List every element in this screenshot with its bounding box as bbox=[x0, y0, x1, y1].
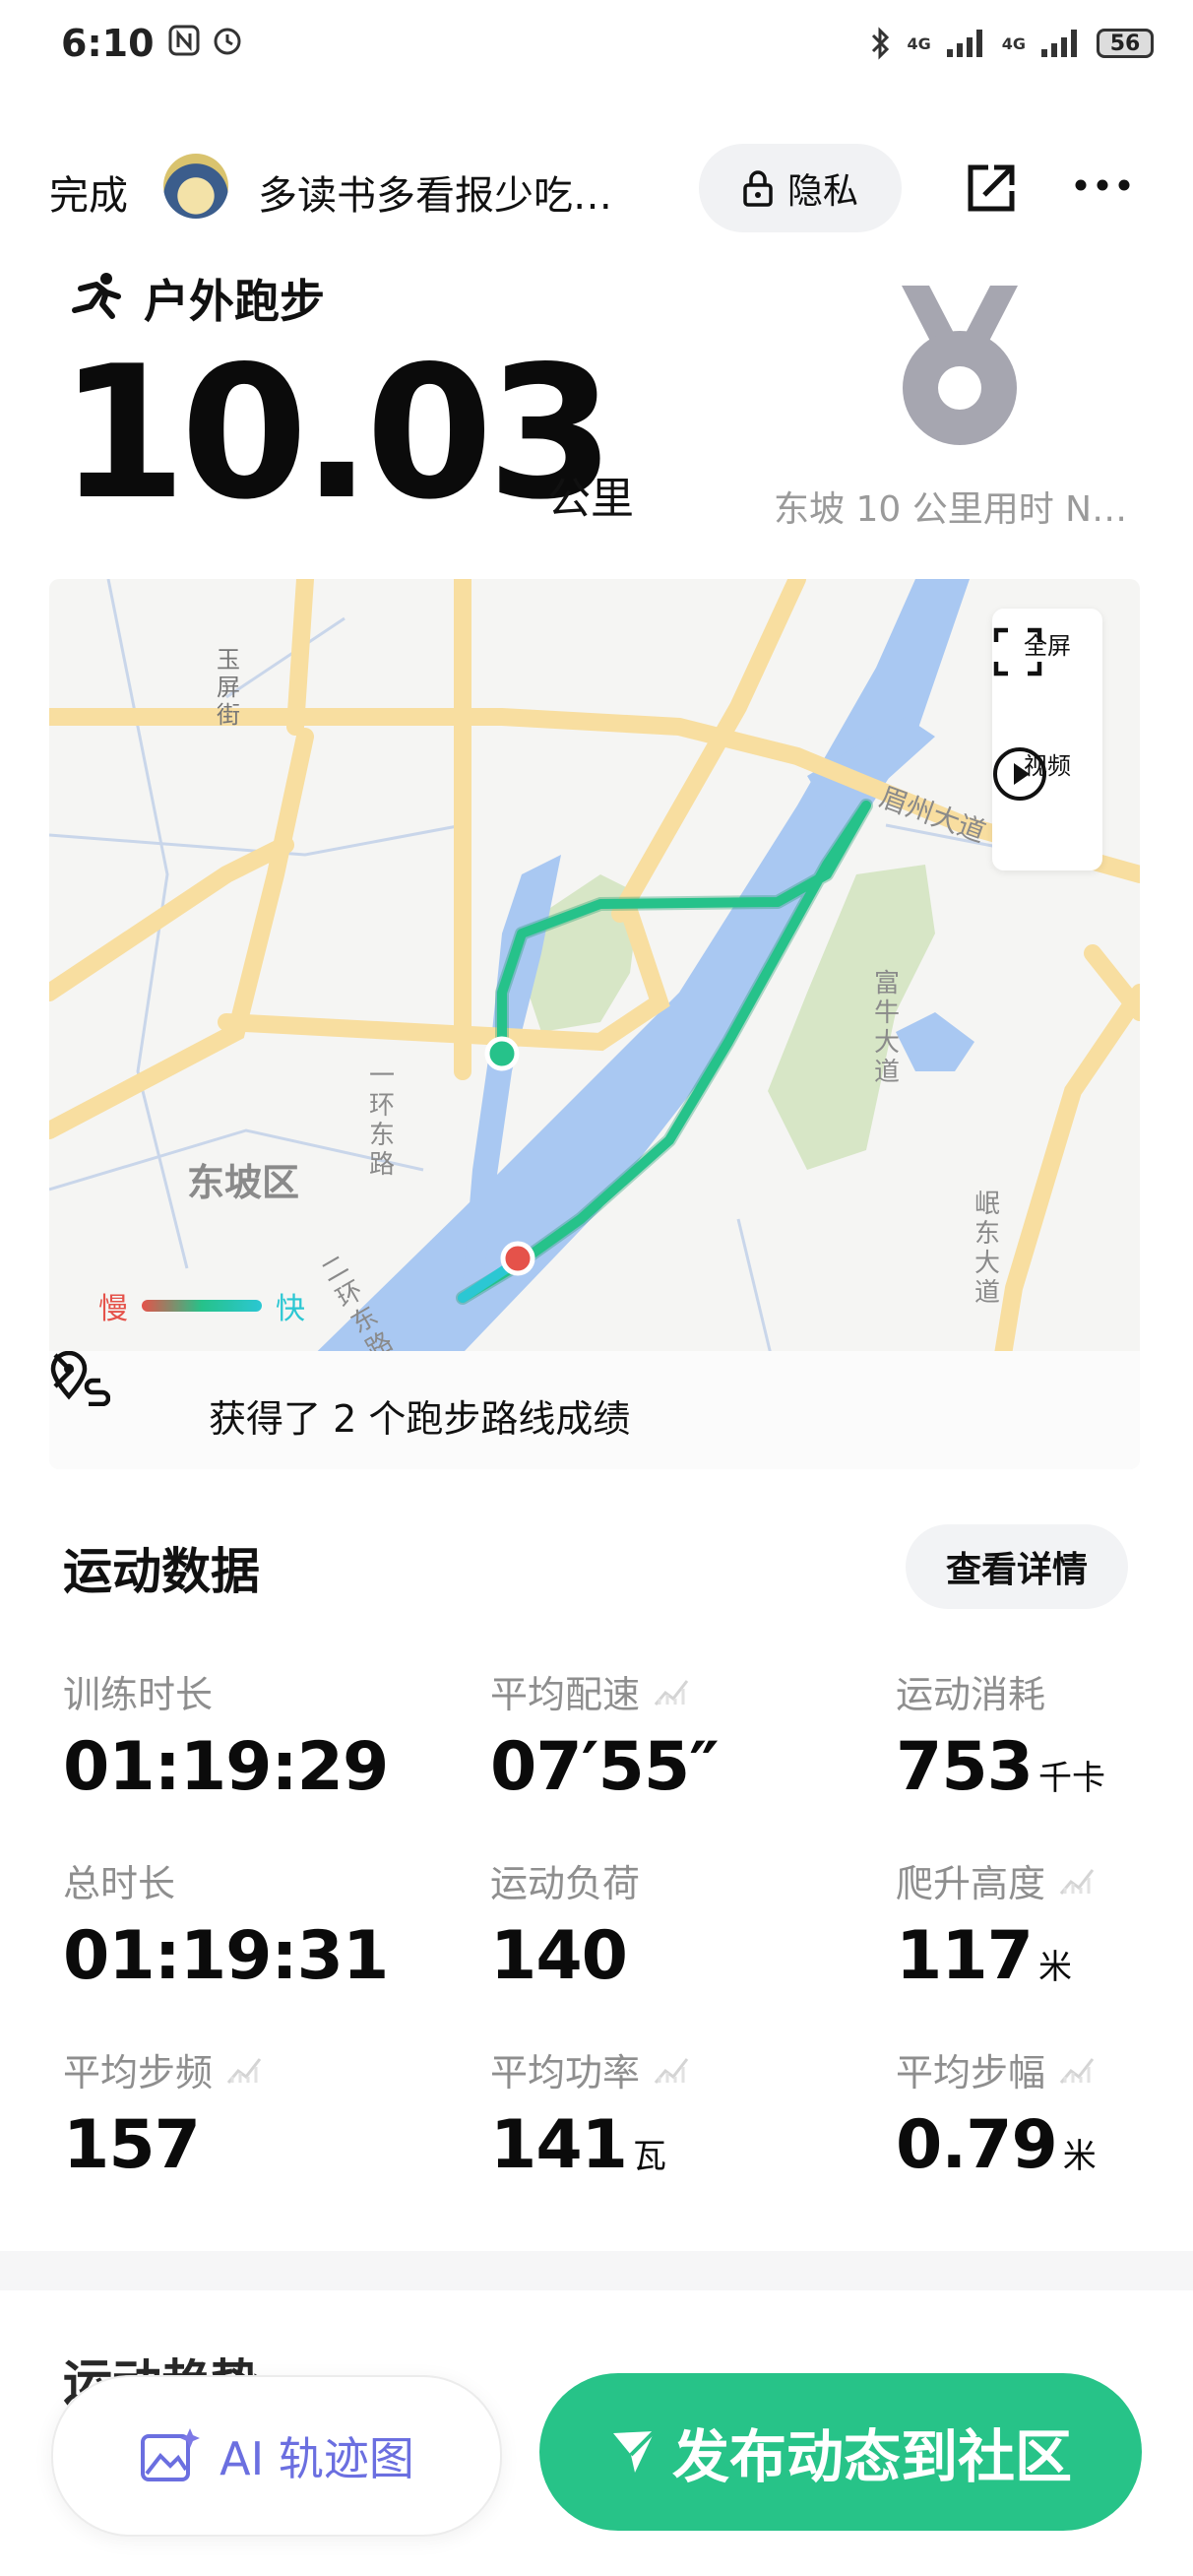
medal-icon[interactable] bbox=[896, 282, 1024, 449]
trend-chart-icon bbox=[654, 2057, 689, 2084]
sport-type-label: 户外跑步 bbox=[144, 275, 325, 328]
map-label-funiu: 富牛大道 bbox=[874, 969, 901, 1087]
battery-level: 56 bbox=[1109, 31, 1141, 56]
main-roads bbox=[49, 579, 1140, 1469]
status-notification-icons bbox=[167, 24, 244, 57]
distance-value: 10.03 bbox=[59, 326, 614, 540]
stat-unit: 米 bbox=[1037, 1948, 1072, 1987]
top-bar: 完成 多读书多看报少吃… 隐私 bbox=[0, 138, 1193, 246]
ai-track-image-label: AI 轨迹图 bbox=[220, 2432, 414, 2485]
network-type-right: 4G bbox=[1001, 33, 1026, 53]
stat-value: 117 bbox=[896, 1917, 1034, 1995]
stat-value: 01:19:29 bbox=[63, 1728, 389, 1806]
stat-label: 平均步幅 bbox=[896, 2051, 1046, 2094]
stat-unit: 瓦 bbox=[632, 2137, 666, 2176]
workout-detail-page: 6:10 4G 4G 56 完成 多读书多看报少吃… 隐私 户外跑步 10.03… bbox=[0, 0, 1193, 2576]
stat-avg-power[interactable]: 平均功率 141 瓦 bbox=[490, 2042, 689, 2184]
privacy-label: 隐私 bbox=[786, 171, 858, 212]
stat-value: 753 bbox=[896, 1728, 1034, 1806]
signal-icon-2 bbox=[1041, 30, 1077, 57]
trend-chart-icon bbox=[226, 2057, 262, 2084]
map-label-street1: 玉屏街 bbox=[217, 646, 240, 729]
map-label-mindong: 岷东大道 bbox=[974, 1190, 1001, 1308]
route-start-marker bbox=[500, 1241, 535, 1276]
route-achievement-banner[interactable]: 获得了 2 个跑步路线成绩 bbox=[49, 1351, 1140, 1469]
medal-label[interactable]: 东坡 10 公里用时 N… bbox=[774, 481, 1148, 532]
publish-to-community-button[interactable]: 发布动态到社区 bbox=[539, 2373, 1142, 2531]
stat-total-time: 总时长 01:19:31 bbox=[63, 1853, 389, 1995]
stats-section-title: 运动数据 bbox=[63, 1543, 260, 1600]
battery-icon: 56 bbox=[1097, 29, 1154, 58]
map-label-district: 东坡区 bbox=[187, 1161, 300, 1204]
stat-label: 运动消耗 bbox=[896, 1673, 1046, 1716]
share-icon[interactable] bbox=[963, 160, 1020, 217]
privacy-button[interactable]: 隐私 bbox=[699, 144, 902, 232]
stat-calories: 运动消耗 753 千卡 bbox=[896, 1664, 1105, 1806]
map-controls: 全屏 视频 bbox=[992, 609, 1102, 870]
stat-label: 总时长 bbox=[63, 1862, 176, 1905]
stat-elevation-gain[interactable]: 爬升高度 117 米 bbox=[896, 1853, 1095, 1995]
network-type-left: 4G bbox=[907, 33, 931, 53]
nfc-icon bbox=[168, 25, 200, 56]
status-system-icons: 4G 4G 56 bbox=[869, 26, 1154, 61]
fullscreen-control[interactable]: 全屏 bbox=[992, 626, 1102, 676]
stat-value: 07′55″ bbox=[490, 1728, 720, 1806]
stat-avg-pace[interactable]: 平均配速 07′55″ bbox=[490, 1664, 720, 1806]
more-icon[interactable] bbox=[1073, 173, 1132, 197]
stat-unit: 米 bbox=[1062, 2137, 1097, 2176]
stat-training-time: 训练时长 01:19:29 bbox=[63, 1664, 389, 1806]
stat-avg-cadence[interactable]: 平均步频 157 bbox=[63, 2042, 262, 2184]
stat-value: 0.79 bbox=[896, 2106, 1058, 2184]
distance-unit: 公里 bbox=[547, 474, 634, 524]
route-end-marker bbox=[484, 1036, 520, 1071]
video-control[interactable]: 视频 bbox=[992, 746, 1102, 801]
speed-slow-label: 慢 bbox=[98, 1292, 128, 1326]
status-bar: 6:10 4G 4G 56 bbox=[0, 0, 1193, 98]
publish-label: 发布动态到社区 bbox=[671, 2423, 1072, 2490]
send-icon bbox=[612, 2429, 657, 2473]
section-divider bbox=[0, 2251, 1193, 2290]
speed-legend: 慢 快 bbox=[98, 1284, 305, 1327]
ai-track-image-button[interactable]: AI 轨迹图 bbox=[51, 2375, 502, 2537]
stat-unit: 千卡 bbox=[1037, 1759, 1105, 1798]
stat-value: 141 bbox=[490, 2106, 628, 2184]
trend-chart-icon bbox=[654, 1679, 689, 1706]
fullscreen-icon bbox=[993, 627, 1042, 676]
stat-label: 平均步频 bbox=[63, 2051, 214, 2094]
lock-icon bbox=[743, 170, 773, 207]
status-time: 6:10 bbox=[61, 22, 155, 65]
sport-type: 户外跑步 bbox=[67, 266, 325, 331]
chevron-right-icon bbox=[53, 1353, 75, 1388]
running-icon bbox=[72, 273, 121, 319]
alarm-icon bbox=[214, 28, 241, 55]
stat-value: 140 bbox=[490, 1917, 628, 1995]
stat-label: 运动负荷 bbox=[490, 1862, 641, 1905]
trend-chart-icon bbox=[1059, 2057, 1095, 2084]
speed-fast-label: 快 bbox=[276, 1292, 305, 1326]
stat-value: 01:19:31 bbox=[63, 1917, 389, 1995]
stat-avg-stride[interactable]: 平均步幅 0.79 米 bbox=[896, 2042, 1097, 2184]
speed-gradient-bar bbox=[142, 1300, 262, 1312]
username[interactable]: 多读书多看报少吃… bbox=[258, 163, 661, 221]
stat-value: 157 bbox=[63, 2106, 201, 2184]
signal-icon bbox=[946, 30, 982, 57]
route-map[interactable]: 玉屏街 东坡区 一环东路 二环东路 眉州大道 富牛大道 岷东大道 全屏 视频 慢 bbox=[49, 579, 1140, 1469]
bluetooth-icon bbox=[872, 27, 890, 60]
avatar[interactable] bbox=[163, 154, 228, 219]
stat-training-load: 运动负荷 140 bbox=[490, 1853, 640, 1995]
view-details-button[interactable]: 查看详情 bbox=[906, 1524, 1128, 1609]
stat-label: 训练时长 bbox=[63, 1673, 214, 1716]
stat-label: 爬升高度 bbox=[896, 1862, 1046, 1905]
play-icon bbox=[993, 747, 1046, 801]
done-button[interactable]: 完成 bbox=[49, 163, 128, 221]
ai-image-icon bbox=[141, 2428, 201, 2481]
trend-chart-icon bbox=[1059, 1868, 1095, 1895]
stat-label: 平均功率 bbox=[490, 2051, 641, 2094]
route-achievement-text: 获得了 2 个跑步路线成绩 bbox=[209, 1397, 631, 1441]
stat-label: 平均配速 bbox=[490, 1673, 641, 1716]
map-canvas bbox=[49, 579, 1140, 1469]
lake bbox=[896, 1012, 974, 1071]
map-label-ring1: 一环东路 bbox=[369, 1062, 396, 1180]
